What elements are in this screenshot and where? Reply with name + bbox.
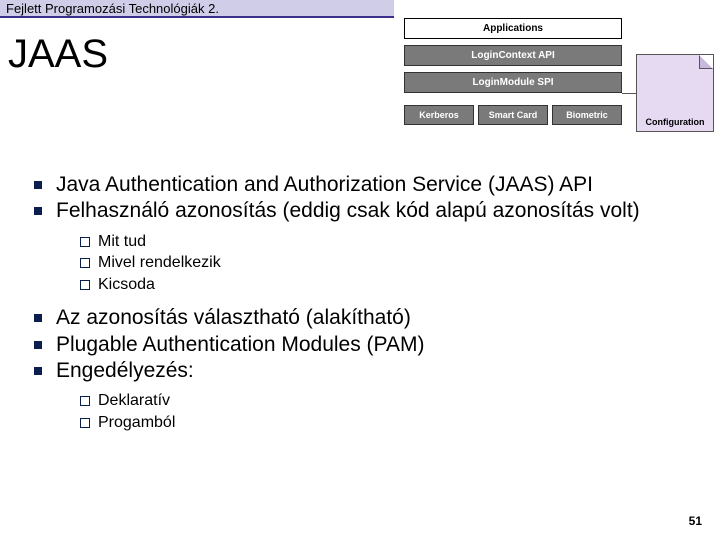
slide-content: Java Authentication and Authorization Se… <box>26 172 700 443</box>
diagram-connector <box>622 93 636 94</box>
bullet-list: Java Authentication and Authorization Se… <box>26 172 700 433</box>
list-item: Az azonosítás választható (alakítható) <box>26 305 700 331</box>
list-item: Felhasználó azonosítás (eddig csak kód a… <box>26 198 700 295</box>
list-item: Kicsoda <box>56 274 700 296</box>
diagram-bottom-row: Kerberos Smart Card Biometric <box>404 105 622 125</box>
diagram-biometric-box: Biometric <box>552 105 622 125</box>
architecture-diagram: Applications LoginContext API LoginModul… <box>404 18 714 158</box>
list-item: Engedélyezés: Deklaratív Progamból <box>26 358 700 433</box>
diagram-logincontext-box: LoginContext API <box>404 45 622 66</box>
diagram-applications-box: Applications <box>404 18 622 39</box>
diagram-smartcard-box: Smart Card <box>478 105 548 125</box>
diagram-loginmodule-box: LoginModule SPI <box>404 72 622 93</box>
list-item: Deklaratív <box>56 390 700 412</box>
list-item: Plugable Authentication Modules (PAM) <box>26 332 700 358</box>
sub-list: Mit tud Mivel rendelkezik Kicsoda <box>56 231 700 296</box>
list-item-text: Felhasználó azonosítás (eddig csak kód a… <box>56 199 640 222</box>
list-item: Mit tud <box>56 231 700 253</box>
list-item-text: Engedélyezés: <box>56 359 194 382</box>
list-item: Mivel rendelkezik <box>56 252 700 274</box>
diagram-configuration-label: Configuration <box>646 117 705 127</box>
list-item: Progamból <box>56 412 700 434</box>
page-number: 51 <box>689 514 702 528</box>
header-bar: Fejlett Programozási Technológiák 2. <box>0 0 394 18</box>
list-item: Java Authentication and Authorization Se… <box>26 172 700 198</box>
diagram-configuration-box: Configuration <box>636 54 714 132</box>
diagram-kerberos-box: Kerberos <box>404 105 474 125</box>
diagram-stack: Applications LoginContext API LoginModul… <box>404 18 622 125</box>
sub-list: Deklaratív Progamból <box>56 390 700 433</box>
